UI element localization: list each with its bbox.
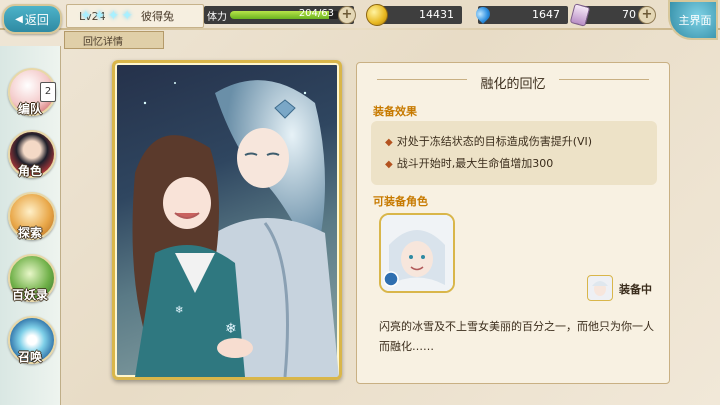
nav-explore-label: 探索	[17, 226, 42, 240]
diamond-bullet-icon: ◆	[385, 137, 393, 148]
water-counter: 1647	[473, 4, 568, 24]
equippable-character-portrait[interactable]	[379, 213, 455, 293]
nav-character[interactable]: 角色	[6, 130, 56, 188]
back-label: 返回	[24, 12, 49, 27]
memory-card-art: ❄ ❄	[112, 60, 342, 380]
star-rating: ✦✦✦✦	[80, 8, 135, 24]
main-menu-label: 主界面	[678, 14, 712, 27]
gold-counter: 14431	[366, 4, 462, 26]
card-amount: 70	[622, 8, 636, 21]
plus-icon: +	[341, 7, 353, 22]
nav-team-label: 编队	[17, 102, 42, 116]
memory-detail-panel: 融化的回忆 装备效果 ◆ 对处于冻结状态的目标造成伤害提升(VI) ◆ 战斗开始时,…	[356, 62, 670, 384]
equipped-character-icon	[587, 275, 613, 301]
team-badge: 2	[40, 82, 56, 102]
back-button[interactable]: ◀ 返回	[2, 4, 62, 34]
stamina-bar: 体力 204/63	[204, 6, 354, 24]
back-arrow-icon: ◀	[15, 13, 23, 25]
diamond-bullet-icon: ◆	[385, 159, 393, 170]
effect-item: ◆ 对处于冻结状态的目标造成伤害提升(VI)	[385, 133, 592, 149]
effect-text: 对处于冻结状态的目标造成伤害提升(VI)	[396, 135, 593, 148]
water-amount: 1647	[532, 8, 560, 21]
gold-coin-icon	[366, 4, 388, 26]
effects-box: ◆ 对处于冻结状态的目标造成伤害提升(VI) ◆ 战斗开始时,最大生命值增加300	[371, 121, 657, 185]
nav-summon-label: 召唤	[17, 350, 42, 364]
plus-icon: +	[641, 7, 653, 22]
tab-memory-details[interactable]: 回忆详情	[64, 31, 164, 49]
gold-amount: 14431	[419, 8, 454, 21]
water-drop-icon	[473, 4, 493, 24]
equipped-status: 装备中	[619, 283, 652, 296]
nav-summon[interactable]: 召唤	[6, 316, 56, 374]
memory-title: 融化的回忆	[480, 77, 546, 92]
svg-text:❄: ❄	[225, 321, 237, 337]
nav-book[interactable]: 百妖录	[6, 254, 56, 312]
flavor-text: 闪亮的冰雪及不上雪女美丽的百分之一，而他只为你一人而融化……	[379, 320, 654, 353]
character-portrait-art	[381, 215, 453, 291]
card-illustration: ❄ ❄	[132, 80, 339, 377]
top-divider	[0, 28, 720, 30]
nav-team[interactable]: 2 编队	[6, 68, 56, 126]
stamina-label: 体力	[207, 12, 227, 23]
nav-explore[interactable]: 探索	[6, 192, 56, 250]
nav-book-label: 百妖录	[11, 288, 48, 302]
effect-text: 战斗开始时,最大生命值增加300	[396, 157, 554, 170]
stamina-value: 204/63	[298, 8, 334, 19]
add-card-button[interactable]: +	[638, 6, 656, 24]
tab-memory-details-label: 回忆详情	[83, 36, 123, 48]
card-icon	[569, 3, 591, 27]
svg-text:❄: ❄	[175, 305, 183, 316]
nav-character-label: 角色	[17, 164, 42, 178]
add-stamina-button[interactable]: +	[338, 6, 356, 24]
main-menu-button[interactable]: 主界面	[668, 0, 718, 40]
effect-heading: 装备效果	[373, 105, 417, 118]
equippable-heading: 可装备角色	[373, 195, 428, 208]
effect-item: ◆ 战斗开始时,最大生命值增加300	[385, 155, 553, 171]
